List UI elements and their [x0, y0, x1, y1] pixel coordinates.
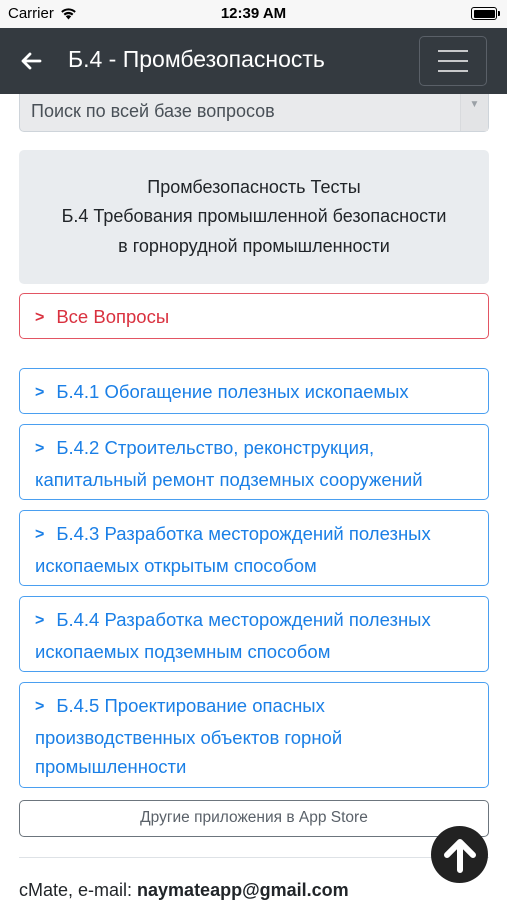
email-link[interactable]: naymateapp@gmail.com [137, 880, 349, 900]
status-time: 12:39 AM [220, 5, 287, 22]
category-label: промышленности [35, 756, 187, 777]
category-label: ископаемых открытым способом [35, 554, 317, 576]
back-arrow-icon[interactable] [18, 48, 44, 74]
category-label: Все Вопросы [56, 306, 170, 327]
menu-icon-bar [438, 50, 468, 52]
chevron-down-icon[interactable]: ▼ [460, 94, 488, 131]
category-button-b43[interactable]: > Б.4.3 Разработка месторождений полезных… [19, 510, 489, 586]
category-button-b41[interactable]: > Б.4.1 Обогащение полезных ископаемых [19, 368, 489, 414]
search-placeholder: Поиск по всей базе вопросов [31, 101, 275, 121]
info-line: Б.4 Требования промышленной безопасности [61, 206, 447, 227]
page-title: Б.4 - Промбезопасность [68, 46, 325, 72]
app-store-button[interactable]: Другие приложения в App Store [19, 800, 489, 837]
category-label: Б.4.1 Обогащение полезных ископаемых [56, 381, 409, 402]
app-screen: Carrier 12:39 AM Б.4 - Промбезопасность … [0, 0, 507, 900]
chevron-right-icon: > [35, 698, 45, 715]
chevron-right-icon: > [35, 440, 45, 457]
chevron-right-icon: > [35, 384, 45, 401]
navbar: Б.4 - Промбезопасность [0, 28, 507, 94]
divider [19, 857, 489, 858]
info-line: Промбезопасность Тесты [147, 176, 361, 197]
info-card: Промбезопасность Тесты Б.4 Требования пр… [19, 150, 489, 284]
chevron-right-icon: > [35, 526, 45, 543]
chevron-right-icon: > [35, 309, 45, 326]
menu-toggle-button[interactable] [419, 36, 487, 86]
app-store-label: Другие приложения в App Store [140, 809, 368, 826]
category-label: Б.4.5 Проектирование опасных [56, 695, 325, 716]
search-select[interactable]: Поиск по всей базе вопросов ▼ [19, 94, 489, 132]
footer-contact: cMate, e-mail: naymateapp@gmail.com [19, 880, 349, 900]
status-bar: Carrier 12:39 AM [0, 0, 507, 28]
battery-icon [471, 7, 500, 20]
category-label: Б.4.4 Разработка месторождений полезных [56, 609, 431, 630]
all-questions-button[interactable]: > Все Вопросы [19, 293, 489, 339]
chevron-right-icon: > [35, 612, 45, 629]
info-line: в горнорудной промышленности [118, 235, 390, 256]
menu-icon-bar [438, 70, 468, 72]
category-button-b42[interactable]: > Б.4.2 Строительство, реконструкция, кап… [19, 424, 489, 500]
category-label: Б.4.3 Разработка месторождений полезных [56, 523, 431, 544]
category-label: Б.4.2 Строительство, реконструкция, [56, 437, 375, 458]
arrow-up-icon [443, 838, 476, 873]
category-label: производственных объектов горной [35, 726, 343, 748]
category-button-b45[interactable]: > Б.4.5 Проектирование опасных производст… [19, 682, 489, 788]
category-label: капитальный ремонт подземных сооружений [35, 468, 423, 490]
footer-prefix: cMate, e-mail: [19, 880, 138, 900]
menu-icon-bar [438, 60, 468, 62]
category-label: ископаемых подземным способом [35, 640, 331, 662]
category-button-b44[interactable]: > Б.4.4 Разработка месторождений полезных… [19, 596, 489, 672]
scroll-to-top-button[interactable] [431, 826, 488, 883]
